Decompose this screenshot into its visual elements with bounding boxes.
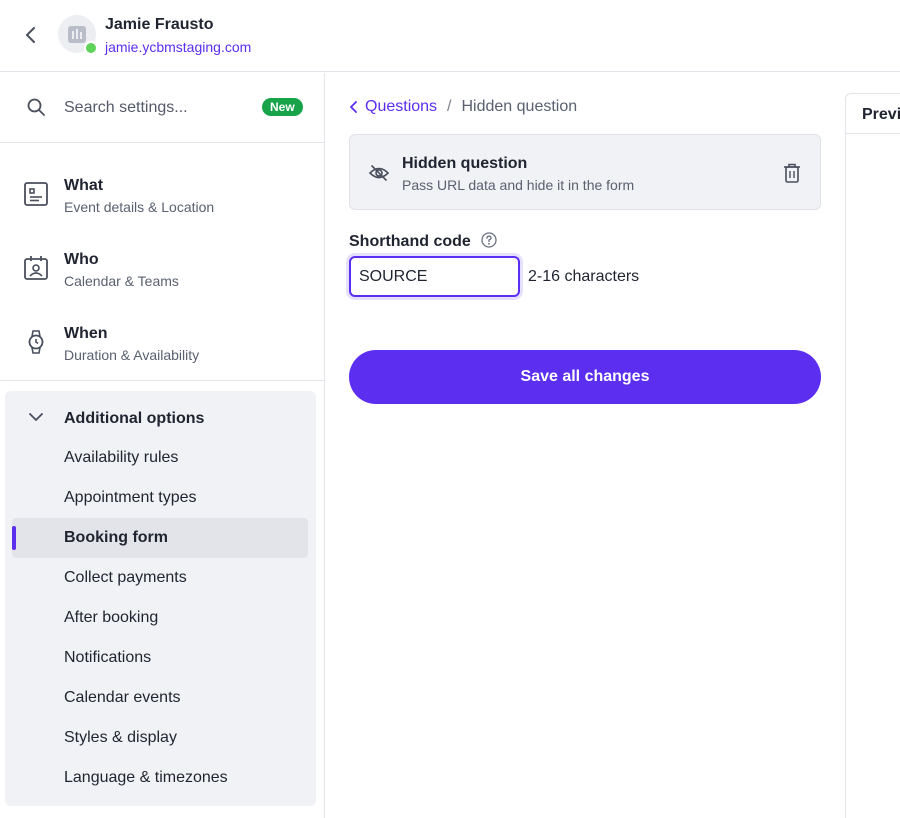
sidebar-item-notifications[interactable]: Notifications <box>12 638 308 678</box>
user-domain-link[interactable]: jamie.ycbmstaging.com <box>105 39 251 55</box>
breadcrumb: Questions / Hidden question <box>349 98 577 116</box>
shorthand-code-label: Shorthand code <box>349 233 471 250</box>
event-details-icon <box>24 182 48 206</box>
user-name: Jamie Frausto <box>105 16 214 33</box>
question-description: Pass URL data and hide it in the form <box>402 177 635 193</box>
preview-title: Previ <box>862 106 900 123</box>
sidebar-item-label: Appointment types <box>64 489 197 506</box>
chevron-left-icon <box>26 27 35 43</box>
eye-off-icon <box>368 165 390 181</box>
sidebar-item-label: Styles & display <box>64 729 177 746</box>
sidebar-item-availability-rules[interactable]: Availability rules <box>12 438 308 478</box>
sidebar-item-appointment-types[interactable]: Appointment types <box>12 478 308 518</box>
additional-options-panel: Additional options Availability rules Ap… <box>5 391 316 806</box>
question-title: Hidden question <box>402 155 528 172</box>
sidebar-item-label: Language & timezones <box>64 769 228 786</box>
sidebar-item-label: Booking form <box>64 529 168 546</box>
calendar-person-icon <box>24 256 48 280</box>
sidebar-item-label: Availability rules <box>64 449 179 466</box>
sidebar-item-booking-form[interactable]: Booking form <box>12 518 308 558</box>
divider <box>0 380 324 381</box>
sidebar-item-subtitle: Event details & Location <box>64 199 215 215</box>
preview-header: Previ <box>846 94 900 134</box>
back-button[interactable] <box>18 22 44 48</box>
sidebar-item-subtitle: Calendar & Teams <box>64 273 179 289</box>
sidebar-item-label: Calendar events <box>64 689 181 706</box>
sidebar-item-language-timezones[interactable]: Language & timezones <box>12 758 308 798</box>
search-input[interactable] <box>64 95 254 121</box>
new-badge: New <box>262 98 303 116</box>
sidebar-item-collect-payments[interactable]: Collect payments <box>12 558 308 598</box>
breadcrumb-current: Hidden question <box>461 98 578 115</box>
avatar[interactable] <box>58 15 98 55</box>
sidebar-item-calendar-events[interactable]: Calendar events <box>12 678 308 718</box>
sidebar-item-title: What <box>64 177 104 194</box>
additional-options-toggle[interactable]: Additional options <box>5 391 316 441</box>
online-status-dot <box>84 41 98 55</box>
sidebar-item-title: When <box>64 325 108 342</box>
sidebar-item-title: Who <box>64 251 99 268</box>
sidebar-item-subtitle: Duration & Availability <box>64 347 200 363</box>
sidebar-item-label: Collect payments <box>64 569 187 586</box>
chevron-down-icon <box>29 413 43 421</box>
sidebar-item-after-booking[interactable]: After booking <box>12 598 308 638</box>
watch-icon <box>28 330 44 354</box>
breadcrumb-questions-link[interactable]: Questions <box>349 98 437 116</box>
shorthand-code-input[interactable] <box>349 256 520 297</box>
breadcrumb-separator: / <box>447 98 452 115</box>
save-all-changes-button[interactable]: Save all changes <box>349 350 821 404</box>
top-bar: Jamie Frausto jamie.ycbmstaging.com <box>0 0 900 72</box>
search-icon <box>27 98 45 116</box>
sidebar-item-when[interactable]: When Duration & Availability <box>0 302 324 376</box>
sidebar-item-what[interactable]: What Event details & Location <box>0 154 324 228</box>
help-icon[interactable] <box>481 232 497 248</box>
search-row: New <box>0 73 324 143</box>
preview-pane: Previ <box>845 93 900 818</box>
character-limit-hint: 2-16 characters <box>528 268 640 285</box>
sidebar-item-label: After booking <box>64 609 159 626</box>
sidebar-item-styles-display[interactable]: Styles & display <box>12 718 308 758</box>
breadcrumb-link-label: Questions <box>365 98 438 115</box>
sidebar-item-who[interactable]: Who Calendar & Teams <box>0 228 324 302</box>
question-card: Hidden question Pass URL data and hide i… <box>349 134 821 210</box>
chevron-left-icon <box>350 101 357 113</box>
trash-icon[interactable] <box>782 162 802 184</box>
additional-options-title: Additional options <box>64 410 205 427</box>
settings-sidebar: New What Event details & Location Who Ca… <box>0 73 325 818</box>
sidebar-item-label: Notifications <box>64 649 152 666</box>
active-indicator <box>12 526 16 550</box>
calendar-logo-icon <box>68 26 86 43</box>
